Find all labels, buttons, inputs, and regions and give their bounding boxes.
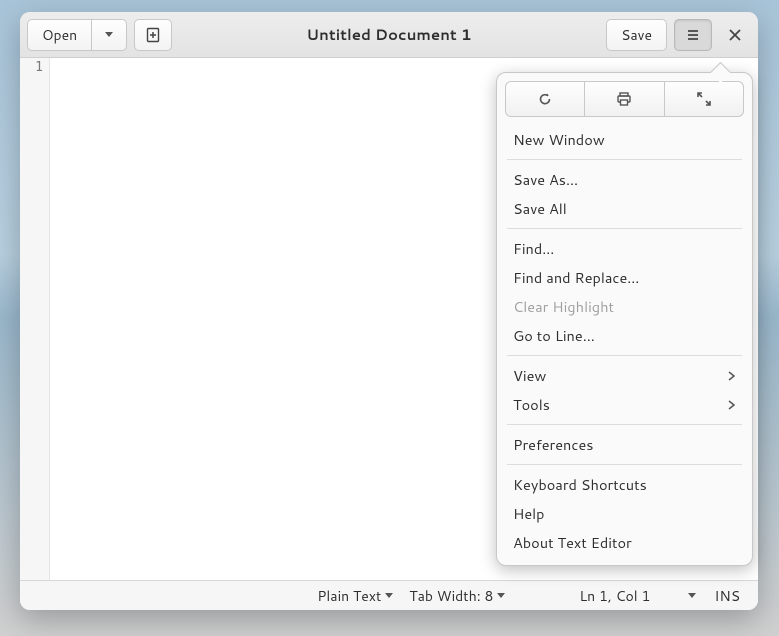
caret-down-icon xyxy=(497,593,505,598)
caret-down-icon xyxy=(688,593,696,598)
open-button-group: Open xyxy=(27,19,127,51)
menu-separator xyxy=(507,159,742,160)
menu-item-find-replace[interactable]: Find and Replace… xyxy=(505,263,744,292)
chevron-right-icon xyxy=(728,400,736,410)
language-mode-label: Plain Text xyxy=(317,586,381,606)
reload-icon xyxy=(537,91,553,107)
tab-width-label: Tab Width: 8 xyxy=(409,586,493,606)
menu-item-help[interactable]: Help xyxy=(505,499,744,528)
line-number-gutter: 1 xyxy=(20,58,50,580)
open-recent-dropdown[interactable] xyxy=(91,19,127,51)
print-icon xyxy=(616,91,632,107)
menu-item-keyboard-shortcuts[interactable]: Keyboard Shortcuts xyxy=(505,470,744,499)
new-document-icon xyxy=(145,27,161,43)
hamburger-menu-button[interactable] xyxy=(674,19,712,51)
caret-down-icon xyxy=(105,32,113,37)
print-button[interactable] xyxy=(584,81,664,117)
cursor-position-label: Ln 1, Col 1 xyxy=(579,586,650,606)
menu-item-preferences[interactable]: Preferences xyxy=(505,430,744,459)
chevron-right-icon xyxy=(728,371,736,381)
menu-separator xyxy=(507,355,742,356)
line-number: 1 xyxy=(20,60,43,75)
menu-item-about[interactable]: About Text Editor xyxy=(505,528,744,557)
menu-item-save-as[interactable]: Save As… xyxy=(505,165,744,194)
hamburger-menu-popover: New Window Save As… Save All Find… Find … xyxy=(496,72,753,566)
menu-icon-row xyxy=(505,81,744,117)
menu-item-go-to-line[interactable]: Go to Line… xyxy=(505,321,744,350)
menu-item-tools[interactable]: Tools xyxy=(505,390,744,419)
open-button[interactable]: Open xyxy=(27,19,92,51)
save-button[interactable]: Save xyxy=(606,19,667,51)
fullscreen-button[interactable] xyxy=(664,81,744,117)
caret-down-icon xyxy=(385,593,393,598)
insert-mode-indicator[interactable]: INS xyxy=(708,586,746,606)
menu-separator xyxy=(507,424,742,425)
menu-separator xyxy=(507,228,742,229)
tab-width-selector[interactable]: Tab Width: 8 xyxy=(405,586,509,606)
menu-separator xyxy=(507,464,742,465)
close-icon xyxy=(728,28,742,42)
menu-item-new-window[interactable]: New Window xyxy=(505,125,744,154)
menu-item-label: View xyxy=(513,365,546,386)
hamburger-icon xyxy=(685,27,701,43)
cursor-position-selector[interactable]: Ln 1, Col 1 xyxy=(575,586,700,606)
statusbar: Plain Text Tab Width: 8 Ln 1, Col 1 INS xyxy=(20,580,758,610)
headerbar: Open Untitled Document 1 Save xyxy=(20,12,758,58)
fullscreen-icon xyxy=(696,91,712,107)
menu-item-find[interactable]: Find… xyxy=(505,234,744,263)
close-window-button[interactable] xyxy=(719,19,751,51)
menu-item-label: Tools xyxy=(513,394,550,415)
menu-item-clear-highlight: Clear Highlight xyxy=(505,292,744,321)
menu-item-save-all[interactable]: Save All xyxy=(505,194,744,223)
language-mode-selector[interactable]: Plain Text xyxy=(313,586,397,606)
insert-mode-label: INS xyxy=(714,586,740,606)
reload-button[interactable] xyxy=(505,81,585,117)
new-tab-button[interactable] xyxy=(134,19,172,51)
menu-item-view[interactable]: View xyxy=(505,361,744,390)
